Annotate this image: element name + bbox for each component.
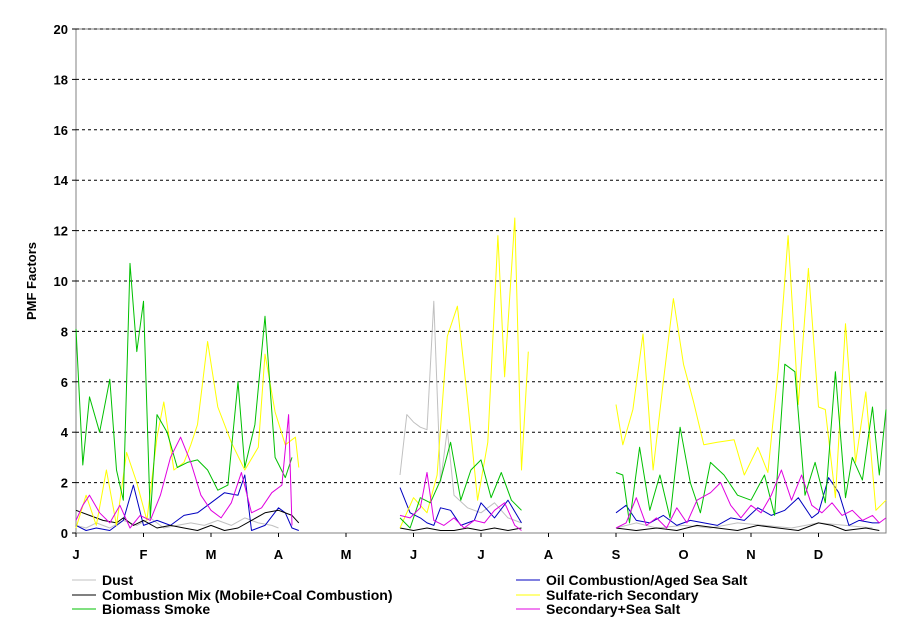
x-tick-label: J	[477, 547, 484, 562]
x-tick-labels: JFMAMJJASOND	[72, 533, 823, 562]
x-tick-label: J	[72, 547, 79, 562]
x-tick-label: D	[814, 547, 823, 562]
y-tick-label: 8	[61, 324, 68, 339]
legend-label: Oil Combustion/Aged Sea Salt	[546, 572, 748, 588]
y-tick-labels: 0 2 4 6 8 10 12 14 16 18 20	[54, 22, 76, 541]
x-tick-label: S	[612, 547, 621, 562]
x-tick-label: O	[678, 547, 688, 562]
x-tick-label: M	[341, 547, 352, 562]
y-tick-label: 10	[54, 274, 68, 289]
pmf-factors-line-chart: 0 2 4 6 8 10 12 14 16 18 20 J F M A M J J A S O N D PMF Facto…	[24, 22, 887, 617]
y-tick-label: 16	[54, 123, 68, 138]
legend-label: Secondary+Sea Salt	[546, 601, 681, 617]
legend-item: Oil Combustion/Aged Sea Salt	[516, 572, 748, 588]
x-tick-label: A	[274, 547, 284, 562]
y-tick-label: 18	[54, 72, 68, 87]
y-tick-label: 4	[61, 425, 69, 440]
y-tick-label: 0	[61, 526, 68, 541]
legend-label: Biomass Smoke	[102, 601, 210, 617]
legend-item: Dust	[72, 572, 133, 588]
y-axis-label: PMF Factors	[24, 242, 39, 320]
y-tick-label: 14	[54, 173, 69, 188]
x-tick-label: J	[410, 547, 417, 562]
legend-item: Biomass Smoke	[72, 601, 210, 617]
x-tick-label: N	[746, 547, 755, 562]
legend: Dust Oil Combustion/Aged Sea SaltCombusti…	[72, 572, 748, 617]
y-tick-label: 2	[61, 476, 68, 491]
legend-item: Secondary+Sea Salt	[516, 601, 681, 617]
x-tick-label: F	[140, 547, 148, 562]
y-tick-label: 12	[54, 224, 68, 239]
y-tick-label: 6	[61, 375, 68, 390]
x-tick-label: A	[544, 547, 554, 562]
legend-label: Dust	[102, 572, 133, 588]
y-tick-label: 20	[54, 22, 68, 37]
x-tick-label: M	[206, 547, 217, 562]
